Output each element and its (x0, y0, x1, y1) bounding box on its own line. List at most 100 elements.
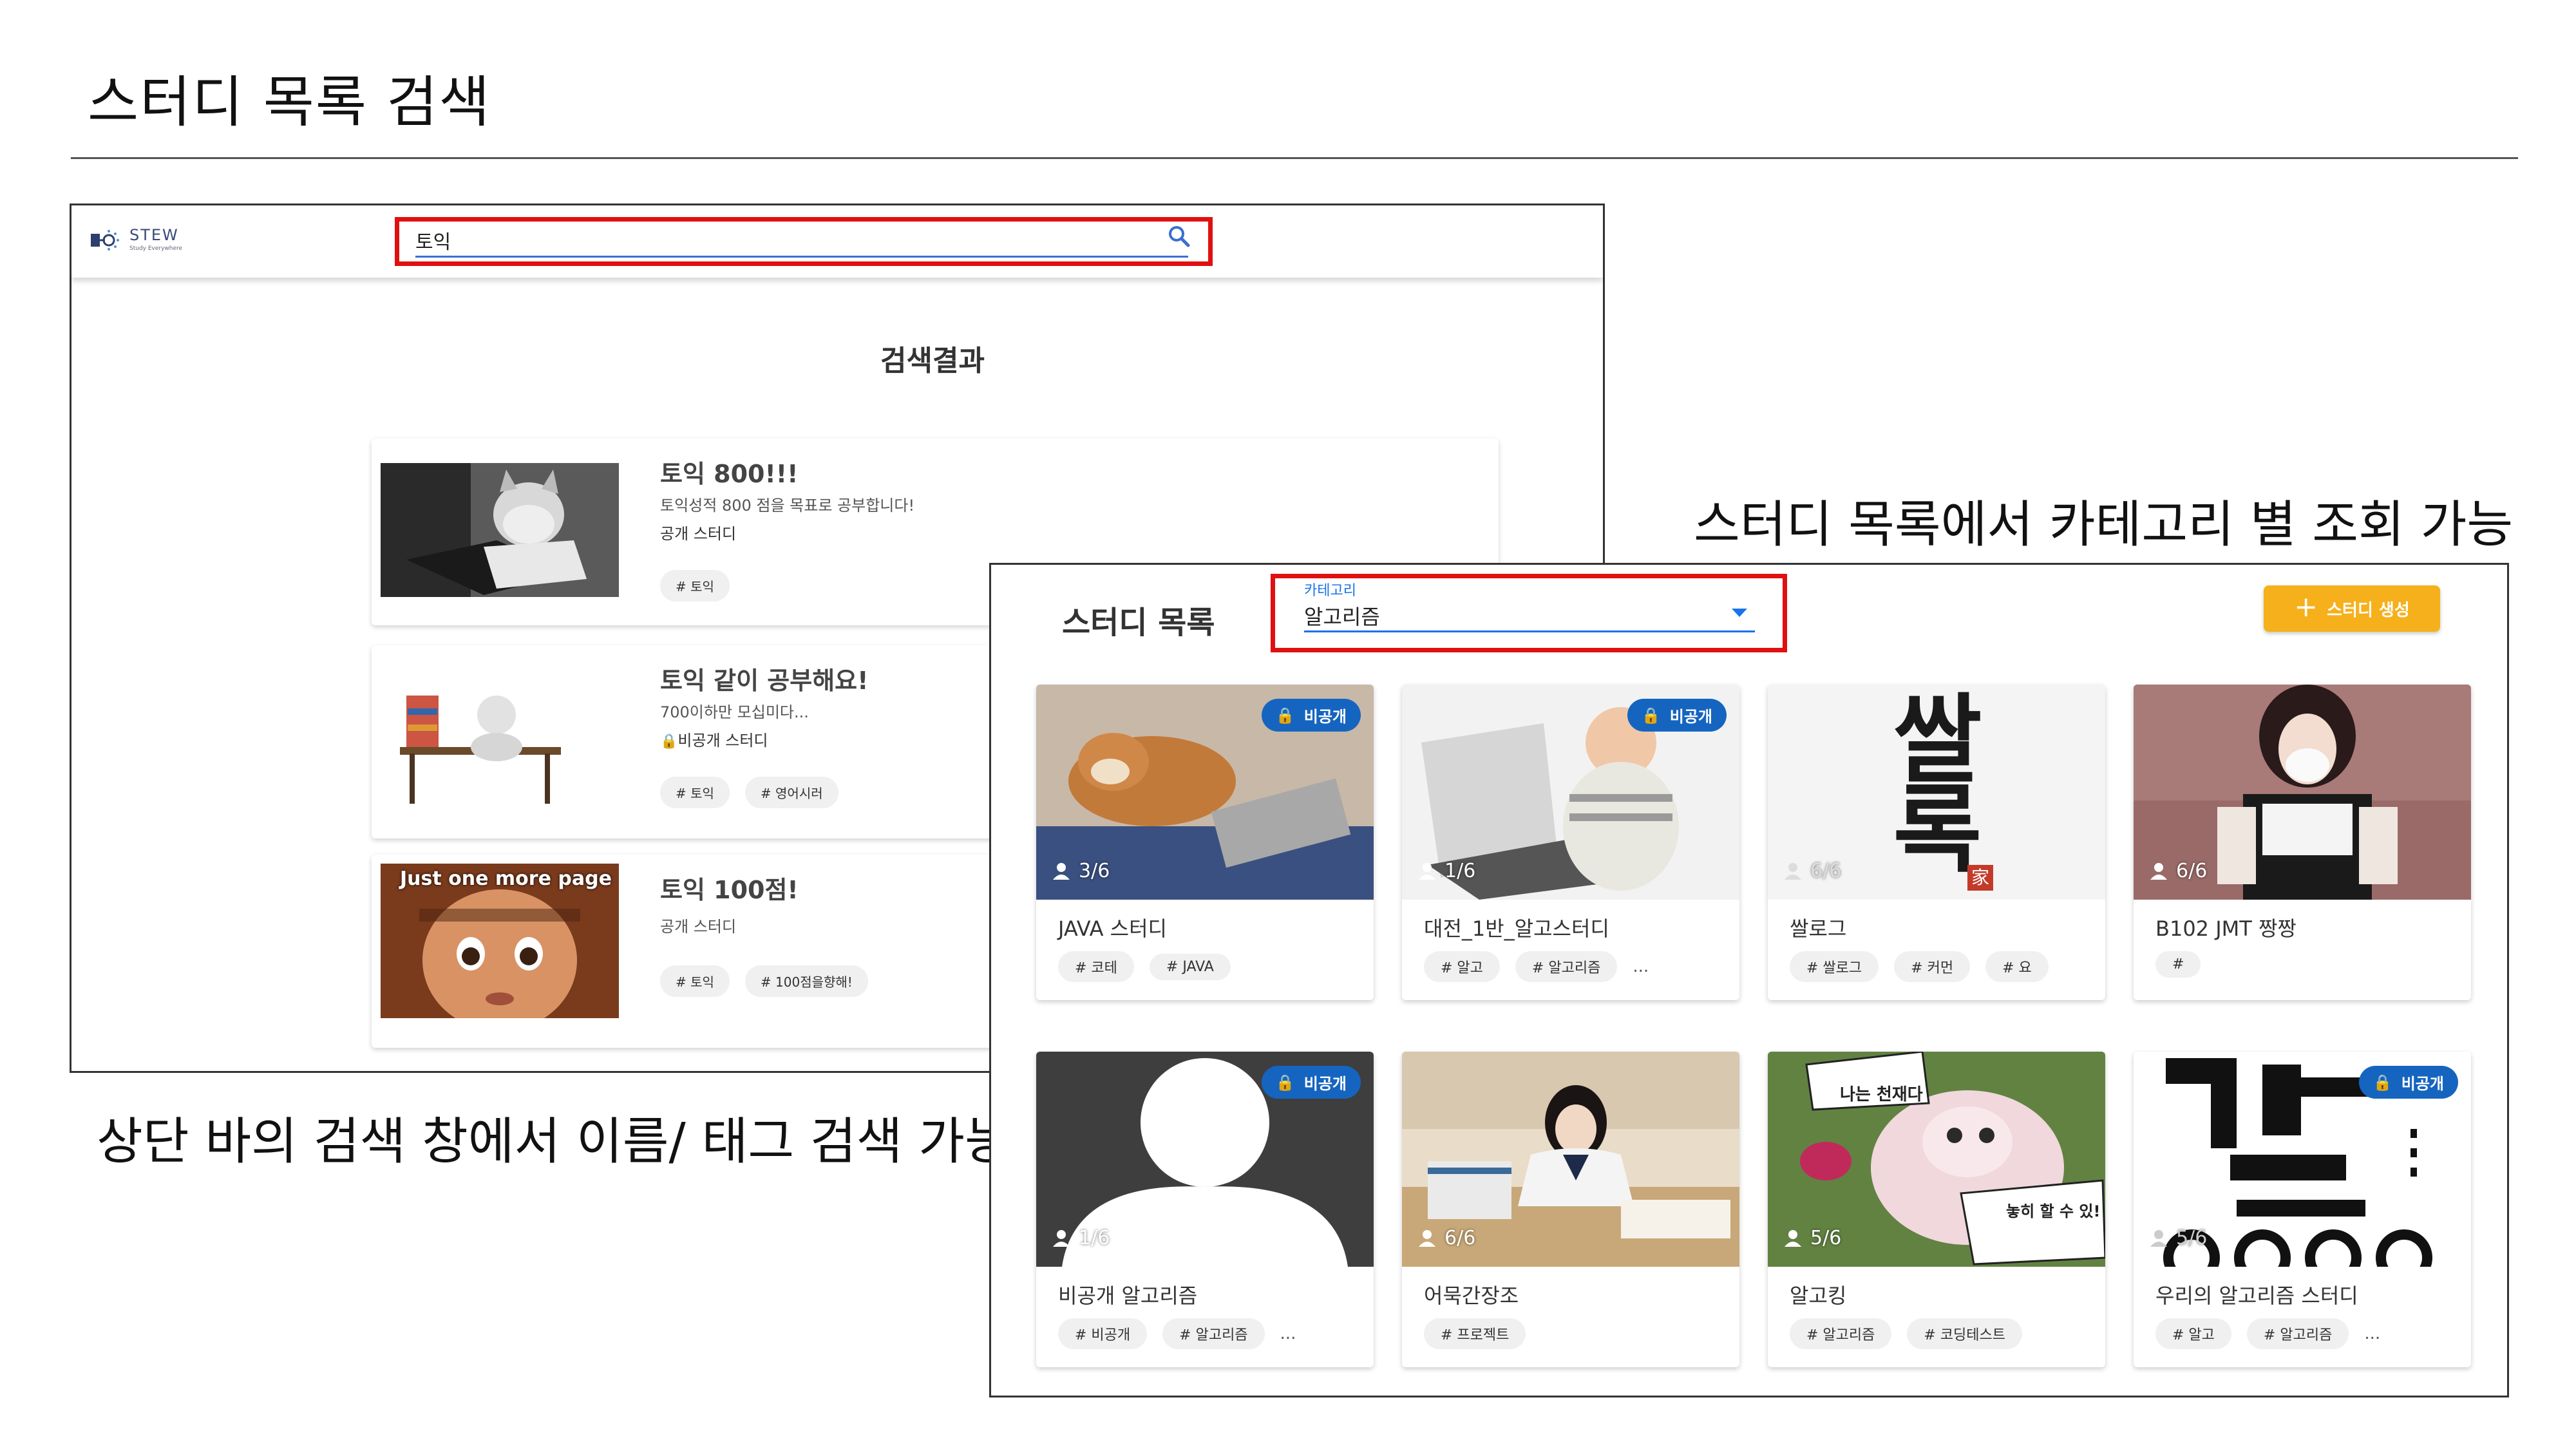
study-name[interactable]: 우리의 알고리즘 스터디 (2155, 1280, 2358, 1309)
calligraphy-text: 쌀록 (1873, 688, 1985, 869)
app-logo[interactable]: STEW Study Everywhere (90, 225, 205, 257)
study-name[interactable]: JAVA 스터디 (1058, 913, 1167, 942)
study-card[interactable]: 1/6 🔒 비공개 비공개 알고리즘 # 비공개 # 알고리즘 ... (1036, 1052, 1374, 1367)
study-image: 1/6 🔒 비공개 (1402, 685, 1739, 900)
tag-chip[interactable]: # (2155, 951, 2201, 978)
lock-icon: 🔒 (1641, 706, 1661, 724)
result-title[interactable]: 토익 100점! (660, 870, 799, 905)
lock-icon: 🔒 (660, 734, 678, 750)
private-badge: 🔒 비공개 (1627, 699, 1727, 732)
result-description: 토익성적 800 점을 목표로 공부합니다! (660, 497, 915, 515)
tag-chip[interactable]: # 영어시러 (744, 777, 838, 808)
member-count: 1/6 (1052, 1227, 1110, 1249)
member-count-value: 6/6 (1810, 860, 1842, 882)
tag-chip[interactable]: # 요 (1985, 951, 2049, 982)
tag-chip[interactable]: # 알고리즘 (1515, 951, 1618, 982)
member-count: 6/6 (1417, 1227, 1475, 1249)
create-study-label: 스터디 생성 (2327, 600, 2410, 620)
result-title[interactable]: 토익 같이 공부해요! (660, 661, 868, 696)
study-card[interactable]: 6/6 B102 JMT 짱짱 # (2134, 685, 2471, 1000)
tag-chip[interactable]: # 쌀로그 (1790, 951, 1879, 982)
seal-stamp: 家 (1967, 865, 1993, 891)
tag-chip[interactable]: # 100점을향해! (744, 965, 868, 997)
search-highlight-box (395, 217, 1213, 266)
result-visibility: 공개 스터디 (660, 918, 737, 936)
member-count: 1/6 (1417, 860, 1475, 882)
more-tags[interactable]: ... (1633, 957, 1649, 976)
result-visibility: 공개 스터디 (660, 525, 737, 543)
private-badge-label: 비공개 (1303, 1075, 1347, 1093)
tag-chip[interactable]: # 토익 (660, 965, 730, 997)
tag-chip[interactable]: # 토익 (660, 570, 730, 601)
study-image: 3/6 🔒 비공개 (1036, 685, 1374, 900)
study-card[interactable]: 나는 천재다 놓히 할 수 있! 5/6 알고킹 # 알고리즘 # 코딩테스트 (1768, 1052, 2105, 1367)
tag-chip[interactable]: # 알고 (2155, 1318, 2231, 1349)
tag-chip[interactable]: # 코딩테스트 (1907, 1318, 2023, 1349)
lock-icon: 🔒 (2372, 1073, 2392, 1092)
private-badge: 🔒 비공개 (2358, 1066, 2458, 1099)
study-image: 1/6 🔒 비공개 (1036, 1052, 1374, 1267)
study-image: 5/6 🔒 비공개 (2134, 1052, 2471, 1267)
logo-subtitle: Study Everywhere (129, 245, 183, 252)
study-card[interactable]: 5/6 🔒 비공개 우리의 알고리즘 스터디 # 알고 # 알고리즘 ... (2134, 1052, 2471, 1367)
create-study-button[interactable]: + 스터디 생성 (2264, 585, 2440, 632)
result-title[interactable]: 토익 800!!! (660, 454, 798, 489)
member-count-value: 1/6 (1444, 860, 1476, 882)
study-name[interactable]: 알고킹 (1790, 1280, 1846, 1309)
speech-bubble-text: 나는 천재다 (1840, 1085, 1923, 1104)
result-visibility-label: 비공개 스터디 (677, 732, 768, 750)
study-card[interactable]: 3/6 🔒 비공개 JAVA 스터디 # 코테 # JAVA (1036, 685, 1374, 1000)
member-count-value: 1/6 (1079, 1227, 1110, 1249)
private-badge-label: 비공개 (1669, 708, 1712, 726)
logo-icon (91, 230, 119, 251)
category-highlight-box (1271, 574, 1787, 652)
person-icon (1419, 862, 1435, 880)
result-visibility: 🔒비공개 스터디 (660, 728, 768, 750)
tag-chip[interactable]: # 비공개 (1058, 1318, 1148, 1349)
member-count: 5/6 (2149, 1227, 2207, 1249)
result-description: 700이하만 모십미다... (660, 703, 809, 721)
member-count: 6/6 (1783, 860, 1841, 882)
tag-chip[interactable]: # 알고리즘 (1162, 1318, 1265, 1349)
person-icon (1419, 1229, 1435, 1247)
more-tags[interactable]: ... (2364, 1324, 2380, 1343)
member-count-value: 5/6 (1810, 1227, 1842, 1249)
study-name[interactable]: 대전_1반_알고스터디 (1424, 913, 1609, 942)
member-count: 6/6 (2149, 860, 2207, 882)
thumbnail-caption: Just one more page (400, 867, 612, 890)
member-count-value: 5/6 (2176, 1227, 2208, 1249)
study-list-screenshot: 스터디 목록 카테고리 알고리즘 + 스터디 생성 3/6 🔒 비공개 JAVA… (989, 563, 2509, 1397)
study-name[interactable]: 쌀로그 (1790, 913, 1846, 942)
tag-chip[interactable]: # 알고 (1424, 951, 1500, 982)
result-thumbnail: Just one more page (381, 864, 619, 1018)
tag-chip[interactable]: # 알고리즘 (1790, 1318, 1892, 1349)
study-image: 쌀록 家 6/6 (1768, 685, 2105, 900)
member-count: 3/6 (1052, 860, 1110, 882)
study-card[interactable]: 쌀록 家 6/6 쌀로그 # 쌀로그 # 커먼 # 요 (1768, 685, 2105, 1000)
tag-chip[interactable]: # 코테 (1058, 951, 1134, 982)
result-thumbnail (381, 670, 619, 804)
person-icon (1785, 1229, 1801, 1247)
speech-bubble-text: 놓히 할 수 있! (2006, 1202, 2101, 1220)
lock-icon: 🔒 (1275, 1073, 1295, 1092)
private-badge: 🔒 비공개 (1261, 1066, 1361, 1099)
study-name[interactable]: B102 JMT 짱짱 (2155, 913, 2297, 942)
tag-chip[interactable]: # 알고리즘 (2246, 1318, 2349, 1349)
page-title: 스터디 목록 (1062, 605, 1215, 641)
study-name[interactable]: 비공개 알고리즘 (1058, 1280, 1197, 1309)
member-count: 5/6 (1783, 1227, 1841, 1249)
study-card[interactable]: 6/6 어묵간장조 # 프로젝트 (1402, 1052, 1739, 1367)
tag-chip[interactable]: # 프로젝트 (1424, 1318, 1526, 1349)
title-divider (71, 157, 2518, 159)
study-image: 6/6 (1402, 1052, 1739, 1267)
tag-chip[interactable]: # 토익 (660, 777, 730, 808)
person-icon (1785, 862, 1801, 880)
private-badge-label: 비공개 (1303, 708, 1347, 726)
result-thumbnail (381, 463, 619, 597)
study-card[interactable]: 1/6 🔒 비공개 대전_1반_알고스터디 # 알고 # 알고리즘 ... (1402, 685, 1739, 1000)
tag-chip[interactable]: # 커먼 (1894, 951, 1971, 982)
caption-category: 스터디 목록에서 카테고리 별 조회 가능 (1694, 496, 2514, 554)
study-name[interactable]: 어묵간장조 (1424, 1280, 1519, 1309)
more-tags[interactable]: ... (1280, 1324, 1296, 1343)
tag-chip[interactable]: # JAVA (1149, 953, 1231, 980)
